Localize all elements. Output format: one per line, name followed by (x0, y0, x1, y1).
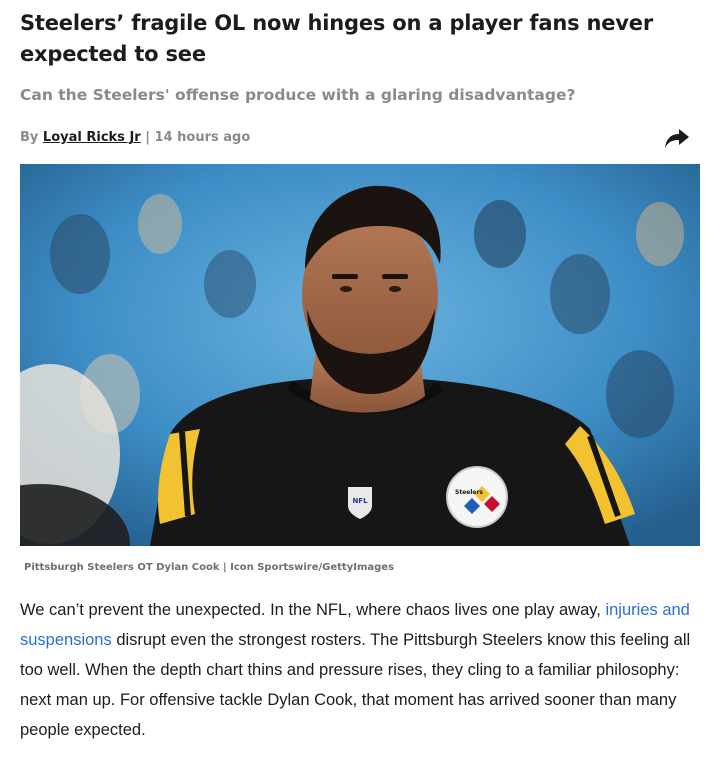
logo-text: Steelers (455, 489, 483, 496)
article-headline: Steelers’ fragile OL now hinges on a pla… (20, 11, 653, 66)
image-caption: Pittsburgh Steelers OT Dylan Cook | Icon… (24, 562, 394, 573)
hero-image: NFL Steelers (20, 164, 700, 546)
timestamp: 14 hours ago (154, 130, 251, 145)
byline-prefix: By (20, 130, 39, 145)
share-arrow-icon[interactable] (664, 126, 690, 150)
byline: By Loyal Ricks Jr | 14 hours ago (20, 124, 700, 152)
article-subheadline: Can the Steelers' offense produce with a… (20, 86, 576, 104)
svg-text:NFL: NFL (352, 497, 368, 505)
byline-separator: | (140, 130, 155, 145)
byline-row: By Loyal Ricks Jr | 14 hours ago (20, 124, 700, 152)
body-text-part2: disrupt even the strongest rosters. The … (20, 631, 691, 739)
article-container: Steelers’ fragile OL now hinges on a pla… (20, 0, 700, 762)
player-photo: NFL Steelers (20, 164, 700, 546)
body-text-part1: We can’t prevent the unexpected. In the … (20, 601, 606, 619)
article-body: We can’t prevent the unexpected. In the … (20, 595, 700, 745)
author-link[interactable]: Loyal Ricks Jr (43, 130, 141, 145)
